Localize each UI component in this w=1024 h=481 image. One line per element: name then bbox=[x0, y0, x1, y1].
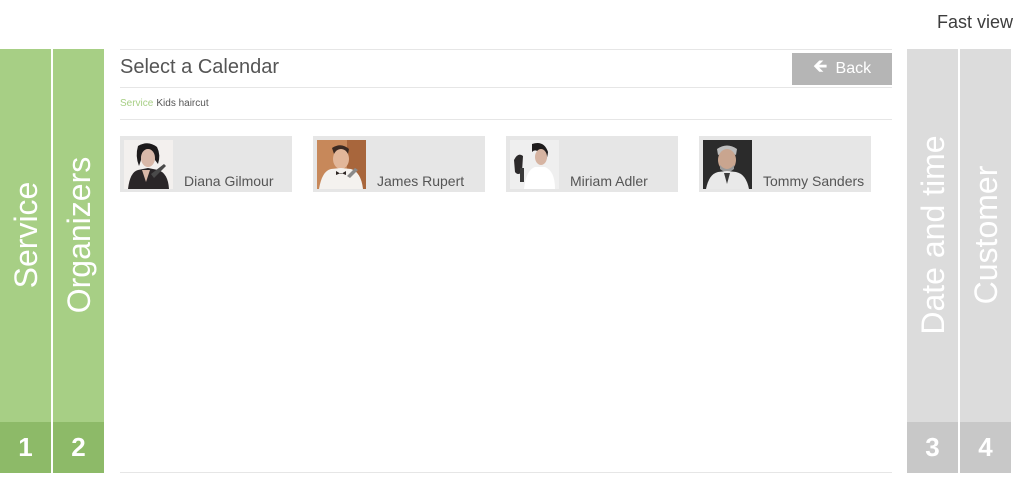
divider bbox=[120, 472, 892, 473]
organizer-list: Diana Gilmour James Rupert Miriam Adler … bbox=[120, 136, 871, 192]
avatar bbox=[124, 140, 173, 189]
step-organizers-bar: Organizers bbox=[53, 49, 104, 421]
page-title: Select a Calendar bbox=[120, 56, 279, 78]
arrow-left-icon: 🡸 bbox=[812, 56, 828, 76]
fast-view-link[interactable]: Fast view bbox=[937, 12, 1013, 33]
step-date-time-number: 3 bbox=[907, 422, 958, 473]
step-organizers-label: Organizers bbox=[60, 156, 97, 314]
divider bbox=[120, 49, 892, 50]
step-organizers-number: 2 bbox=[53, 422, 104, 473]
breadcrumb-service-label: Service bbox=[120, 98, 154, 109]
step-date-time-bar: Date and time bbox=[907, 49, 958, 421]
back-button-label: Back bbox=[835, 60, 872, 77]
organizer-card-james-rupert[interactable]: James Rupert bbox=[313, 136, 485, 192]
step-date-time-label: Date and time bbox=[914, 135, 951, 335]
step-service-label: Service bbox=[7, 181, 44, 289]
organizer-card-miriam-adler[interactable]: Miriam Adler bbox=[506, 136, 678, 192]
organizer-name: Miriam Adler bbox=[570, 173, 648, 189]
organizer-name: Tommy Sanders bbox=[763, 173, 865, 189]
step-service[interactable]: Service 1 bbox=[0, 49, 51, 473]
step-organizers[interactable]: Organizers 2 bbox=[53, 49, 104, 473]
organizer-name: Diana Gilmour bbox=[184, 173, 274, 189]
back-button[interactable]: 🡸 Back bbox=[792, 53, 892, 85]
step-date-time: Date and time 3 bbox=[907, 49, 958, 473]
divider bbox=[120, 87, 892, 88]
avatar bbox=[317, 140, 366, 189]
step-customer-number: 4 bbox=[960, 422, 1011, 473]
divider bbox=[120, 119, 892, 120]
step-service-bar: Service bbox=[0, 49, 51, 421]
organizer-card-diana-gilmour[interactable]: Diana Gilmour bbox=[120, 136, 292, 192]
avatar bbox=[510, 140, 559, 189]
organizer-name: James Rupert bbox=[377, 173, 465, 189]
step-customer-label: Customer bbox=[967, 165, 1004, 305]
organizer-card-tommy-sanders[interactable]: Tommy Sanders bbox=[699, 136, 871, 192]
avatar bbox=[703, 140, 752, 189]
breadcrumb-service-value: Kids haircut bbox=[156, 98, 209, 109]
calendar-panel: Select a Calendar 🡸 Back Service Kids hai… bbox=[120, 49, 892, 473]
step-service-number: 1 bbox=[0, 422, 51, 473]
breadcrumb: Service Kids haircut bbox=[120, 98, 209, 109]
step-customer: Customer 4 bbox=[960, 49, 1011, 473]
step-customer-bar: Customer bbox=[960, 49, 1011, 421]
